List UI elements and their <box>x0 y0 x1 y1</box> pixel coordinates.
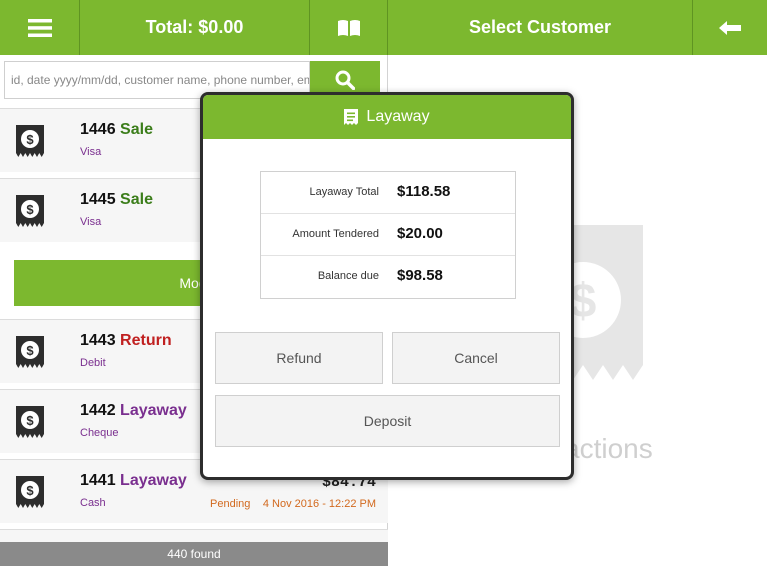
transaction-title: 1445 Sale <box>80 191 153 208</box>
svg-text:$: $ <box>26 483 34 498</box>
results-count-bar: 440 found <box>0 542 388 566</box>
summary-row: Layaway Total $118.58 <box>261 172 515 214</box>
summary-label: Balance due <box>317 270 379 282</box>
payment-method: Debit <box>80 357 106 369</box>
total-label: Total: $0.00 <box>145 17 244 37</box>
svg-text:$: $ <box>26 202 34 217</box>
transaction-date: 4 Nov 2016 - 12:22 PM <box>262 498 376 510</box>
summary-label: Layaway Total <box>309 186 379 198</box>
back-button[interactable] <box>693 0 767 55</box>
summary-label: Amount Tendered <box>292 228 379 240</box>
transaction-title: 1442 Layaway <box>80 402 187 419</box>
receipt-dollar-icon: $ <box>16 125 44 157</box>
receipt-dollar-icon: $ <box>563 225 643 380</box>
summary-row: Balance due $98.58 <box>261 256 515 298</box>
payment-method: Cheque <box>80 427 119 439</box>
results-count: 440 found <box>167 547 221 561</box>
layaway-dialog: Layaway Layaway Total $118.58 Amount Ten… <box>200 92 574 480</box>
transaction-title: 1443 Return <box>80 332 172 349</box>
back-arrow-icon <box>719 20 741 35</box>
list-item-partial <box>0 529 388 543</box>
search-icon <box>335 70 355 90</box>
menu-icon <box>27 18 52 37</box>
cancel-button[interactable]: Cancel <box>392 332 560 384</box>
svg-text:$: $ <box>26 413 34 428</box>
summary-value: $118.58 <box>397 183 451 200</box>
deposit-button[interactable]: Deposit <box>215 395 560 447</box>
layaway-summary: Layaway Total $118.58 Amount Tendered $2… <box>260 171 516 299</box>
transaction-title: 1441 Layaway <box>80 472 187 489</box>
refund-label: Refund <box>276 350 322 366</box>
refund-button[interactable]: Refund <box>215 332 383 384</box>
select-customer-button[interactable]: Select Customer <box>388 0 693 55</box>
payment-method: Cash <box>80 497 106 509</box>
receipt-dollar-icon: $ <box>16 406 44 438</box>
menu-button[interactable] <box>0 0 80 55</box>
svg-text:$: $ <box>26 132 34 147</box>
summary-row: Amount Tendered $20.00 <box>261 214 515 256</box>
receipt-icon <box>344 109 359 125</box>
cancel-label: Cancel <box>454 350 498 366</box>
top-bar: Total: $0.00 Select Customer <box>0 0 767 55</box>
summary-value: $98.58 <box>397 267 443 284</box>
dialog-header: Layaway <box>203 95 571 139</box>
deposit-label: Deposit <box>363 413 412 429</box>
status-badge: Pending <box>210 498 251 510</box>
transaction-title: 1446 Sale <box>80 121 153 138</box>
payment-method: Visa <box>80 216 102 228</box>
payment-method: Visa <box>80 146 102 158</box>
catalog-button[interactable] <box>310 0 388 55</box>
dialog-title: Layaway <box>366 108 430 125</box>
receipt-dollar-icon: $ <box>16 336 44 368</box>
summary-value: $20.00 <box>397 225 443 242</box>
receipt-dollar-icon: $ <box>16 195 44 227</box>
receipt-dollar-icon: $ <box>16 476 44 508</box>
select-customer-label: Select Customer <box>468 17 612 37</box>
empty-state-text: actions <box>564 433 653 464</box>
svg-text:$: $ <box>26 343 34 358</box>
book-icon <box>337 19 360 36</box>
total-display: Total: $0.00 <box>80 0 310 55</box>
